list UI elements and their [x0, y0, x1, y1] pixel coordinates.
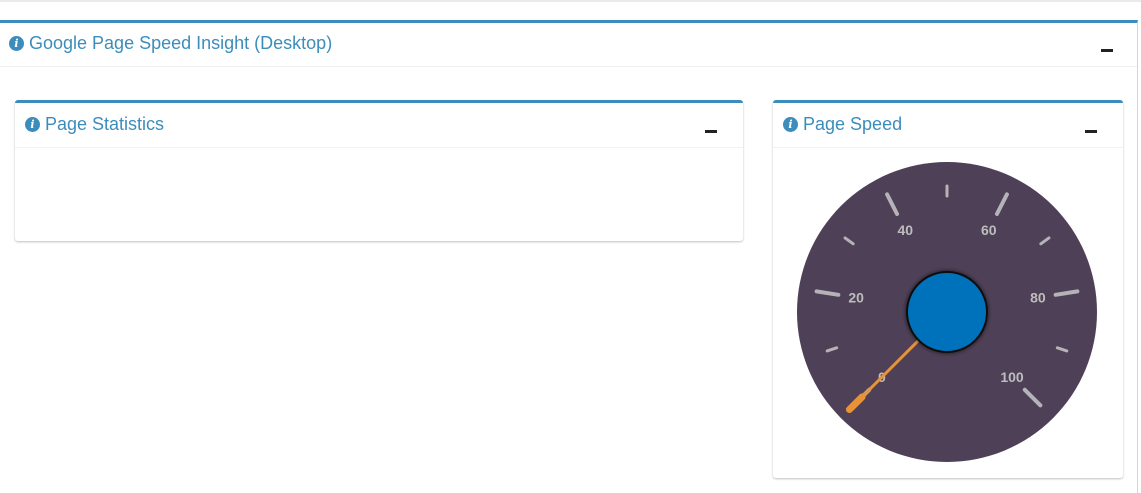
- page-speed-title: i Page Speed: [783, 114, 902, 135]
- gauge-tick-label: 60: [981, 222, 997, 238]
- info-circle-icon: i: [25, 117, 40, 132]
- page-statistics-header: i Page Statistics: [15, 103, 743, 148]
- collapse-button[interactable]: [705, 130, 717, 133]
- gauge-tick-label: 40: [897, 222, 913, 238]
- panel-header: i Google Page Speed Insight (Desktop): [0, 23, 1137, 67]
- panel-title: i Google Page Speed Insight (Desktop): [9, 33, 332, 54]
- top-divider: [0, 0, 1141, 2]
- page-speed-title-text: Page Speed: [803, 114, 903, 134]
- page-statistics-title: i Page Statistics: [25, 114, 164, 135]
- gauge-hub: [906, 271, 988, 353]
- page-speed-header: i Page Speed: [773, 103, 1123, 148]
- page-speed-box: i Page Speed 020406080100: [773, 100, 1123, 478]
- speed-gauge: 020406080100: [773, 147, 1121, 477]
- page-statistics-box: i Page Statistics: [15, 100, 743, 241]
- gauge-tick-label: 100: [1000, 369, 1024, 385]
- info-circle-icon: i: [783, 117, 798, 132]
- gauge-tick-label: 20: [848, 290, 864, 306]
- panel-title-text: Google Page Speed Insight (Desktop): [29, 33, 333, 53]
- speed-gauge-svg: 020406080100: [797, 162, 1097, 462]
- collapse-button[interactable]: [1101, 49, 1113, 52]
- collapse-button[interactable]: [1085, 130, 1097, 133]
- page-statistics-title-text: Page Statistics: [45, 114, 165, 134]
- gauge-tick-label: 80: [1030, 290, 1046, 306]
- info-circle-icon: i: [9, 36, 24, 51]
